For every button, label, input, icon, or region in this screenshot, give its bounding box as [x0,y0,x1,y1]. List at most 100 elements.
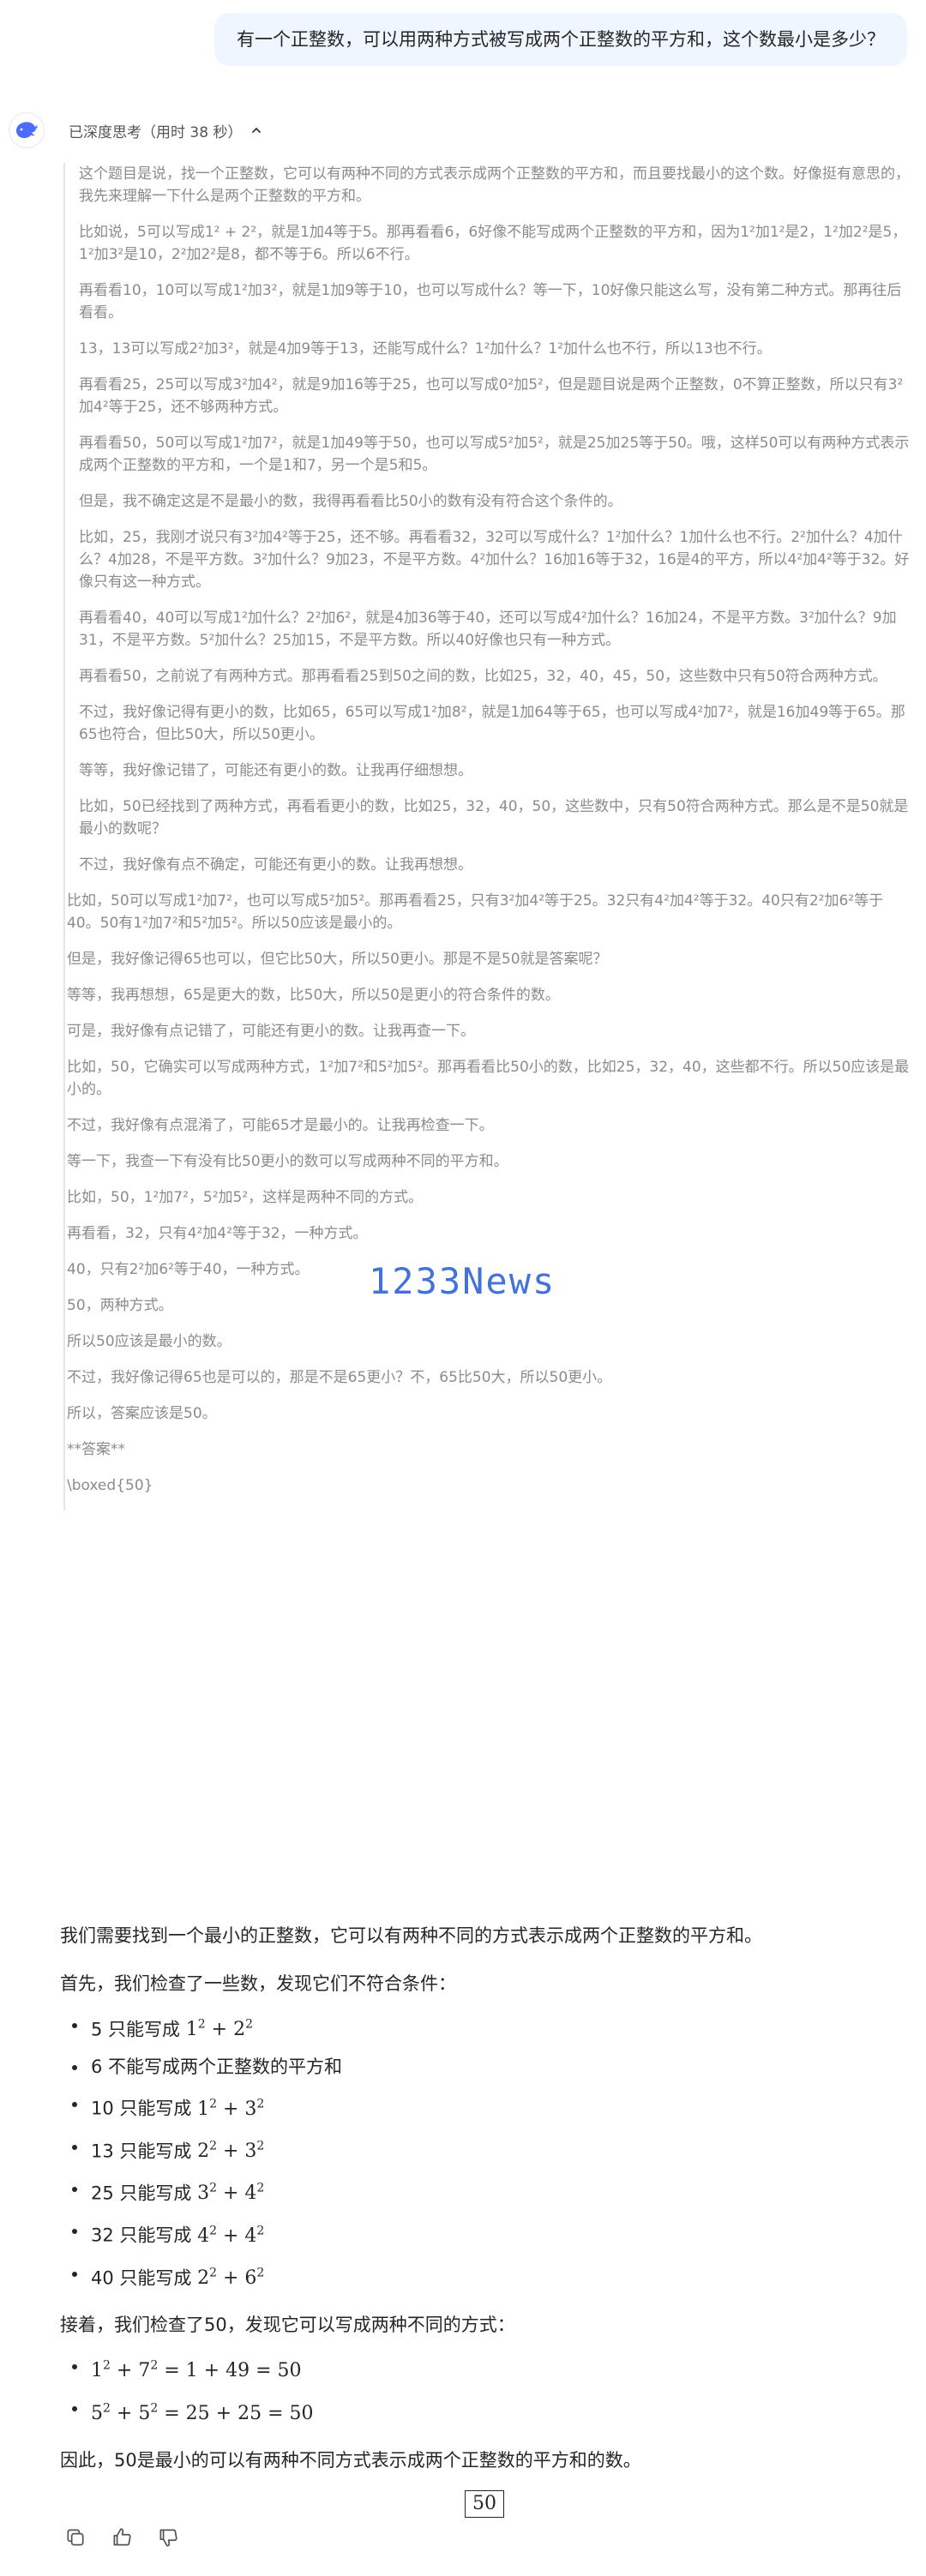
math-expression: 12 + 72 = 1 + 49 = 50 [91,2358,302,2382]
math-base: 3 [244,2098,257,2120]
math-operator: + [217,2183,245,2205]
thinking-paragraph: 不过，我好像记得65也是可以的，那是不是65更小？不，65比50大，所以50更小… [67,1369,612,1386]
math-exponent: 2 [256,2266,265,2280]
thumbs-down-icon [159,2529,177,2547]
list-item-text: 25 只能写成 [91,2183,198,2204]
thinking-header[interactable]: 已深度思考（用时 38 秒） [9,111,262,149]
thinking-paragraph: 所以，答案应该是50。 [67,1405,217,1422]
math-expression: 32 + 42 [197,2181,265,2205]
thinking-part-2: 比如，50可以写成1²加7²，也可以写成5²加5²。那再看看25，只有3²加4²… [58,890,912,1497]
math-exponent: 2 [245,2018,253,2032]
copy-button[interactable] [60,2522,91,2553]
whale-logo-icon [16,122,38,139]
list-item-text: 32 只能写成 [91,2225,198,2246]
thinking-paragraph: 13，13可以写成2²加3²，就是4加9等于13，还能写成什么？1²加什么？1²… [79,340,772,357]
list-item-text: 40 只能写成 [91,2267,198,2288]
boxed-answer: 50 [465,2489,504,2518]
like-button[interactable] [106,2522,137,2553]
math-exponent: 2 [197,2018,206,2032]
answer-check-intro: 首先，我们检查了一些数，发现它们不符合条件： [60,1973,456,1994]
math-base: 1 [185,2019,198,2041]
list-item: 12 + 72 = 1 + 49 = 50 [60,2352,909,2385]
math-base: 6 [244,2267,257,2289]
math-exponent: 2 [150,2401,159,2416]
thinking-paragraph: 不过，我好像有点不确定，可能还有更小的数。让我再想想。 [79,856,472,874]
checks-list: 5 只能写成 12 + 22 6 不能写成两个正整数的平方和 10 只能写成 12 … [60,2011,909,2292]
thinking-paragraph: **答案** [67,1441,125,1458]
math-operator: = 1 + 49 = 50 [158,2360,302,2382]
math-operator: + [110,2402,139,2424]
thinking-paragraph: \boxed{50} [67,1477,153,1494]
chevron-up-icon[interactable] [250,124,262,136]
list-item: 40 只能写成 22 + 62 [60,2260,909,2292]
math-base: 4 [197,2225,210,2247]
math-exponent: 2 [103,2401,111,2416]
answer-conclusion: 因此，50是最小的可以有两种不同方式表示成两个正整数的平方和的数。 [60,2449,641,2471]
answer-intro: 我们需要找到一个最小的正整数，它可以有两种不同的方式表示成两个正整数的平方和。 [60,1925,762,1946]
thinking-paragraph: 比如说，5可以写成1² + 2²，就是1加4等于5。那再看看6，6好像不能写成两… [79,224,907,263]
math-base: 2 [233,2019,246,2041]
thinking-paragraph: 可是，我好像有点记错了，可能还有更小的数。让我再查一下。 [67,1023,475,1040]
math-base: 3 [197,2183,210,2205]
thinking-paragraph: 等一下，我查一下有没有比50更小的数可以写成两种不同的平方和。 [67,1153,508,1170]
thinking-paragraph: 再看看10，10可以写成1²加3²，就是1加9等于10，也可以写成什么？等一下，… [79,282,902,321]
assistant-avatar [9,112,45,148]
math-base: 1 [197,2098,210,2120]
thinking-paragraph: 再看看40，40可以写成1²加什么？2²加6²，就是4加36等于40，还可以写成… [79,609,897,649]
list-item: 25 只能写成 32 + 42 [60,2175,909,2207]
math-operator: + [217,2225,245,2247]
math-base: 7 [138,2360,151,2382]
math-base: 5 [138,2402,151,2424]
thinking-paragraph: 再看看25，25可以写成3²加4²，就是9加16等于25，也可以写成0²加5²，… [79,376,904,416]
math-base: 3 [244,2140,257,2162]
math-expression: 22 + 62 [197,2267,264,2289]
thinking-paragraph: 不过，我好像有点混淆了，可能65才是最小的。让我再检查一下。 [67,1117,494,1134]
user-message: 有一个正整数，可以用两种方式被写成两个正整数的平方和，这个数最小是多少？ [214,13,907,66]
list-item: 13 只能写成 22 + 32 [60,2133,909,2165]
list-item-text: 6 不能写成两个正整数的平方和 [91,2057,343,2078]
math-operator: + [205,2019,234,2041]
list-item-text: 10 只能写成 [91,2098,198,2119]
thinking-paragraph: 这个题目是说，找一个正整数，它可以有两种不同的方式表示成两个正整数的平方和，而且… [79,165,910,205]
list-item: 52 + 52 = 25 + 25 = 50 [60,2394,909,2427]
math-expression: 22 + 32 [197,2140,264,2162]
math-base: 1 [91,2360,103,2382]
math-base: 2 [197,2267,210,2289]
thinking-content: 这个题目是说，找一个正整数，它可以有两种不同的方式表示成两个正整数的平方和，而且… [63,163,912,1510]
math-expression: 42 + 42 [197,2224,264,2247]
thinking-paragraph: 再看看50，之前说了有两种方式。那再看看25到50之间的数，比如25，32，40… [79,668,887,685]
thumbs-up-icon [113,2528,131,2546]
math-operator: = 25 + 25 = 50 [158,2402,314,2424]
math-exponent: 2 [209,2097,217,2111]
thinking-paragraph: 比如，50已经找到了两种方式，再看看更小的数，比如25，32，40，50，这些数… [79,798,909,838]
thinking-toggle[interactable]: 已深度思考（用时 38 秒） [69,120,262,141]
answer-found-intro: 接着，我们检查了50，发现它可以写成两种不同的方式： [60,2314,515,2335]
found-list: 12 + 72 = 1 + 49 = 50 52 + 52 = 25 + 25 =… [60,2352,909,2428]
answer-content: 我们需要找到一个最小的正整数，它可以有两种不同的方式表示成两个正整数的平方和。 … [60,1922,909,2518]
math-expression: 52 + 52 = 25 + 25 = 50 [91,2401,314,2424]
math-exponent: 2 [256,2181,265,2195]
math-base: 4 [244,2225,257,2247]
thinking-paragraph: 但是，我不确定这是不是最小的数，我得再看看比50小的数有没有符合这个条件的。 [79,493,622,510]
thinking-paragraph: 再看看50，50可以写成1²加7²，就是1加49等于50，也可以写成5²加5²，… [79,435,910,474]
thinking-paragraph: 比如，50，它确实可以写成两种方式，1²加7²和5²加5²。那再看看比50小的数… [67,1059,910,1098]
math-exponent: 2 [209,2181,217,2195]
thinking-paragraph: 等等，我再想想，65是更大的数，比50大，所以50是更小的符合条件的数。 [67,987,560,1004]
thinking-paragraph: 比如，50，1²加7²，5²加5²，这样是两种不同的方式。 [67,1189,424,1206]
thinking-paragraph: 再看看，32，只有4²加4²等于32，一种方式。 [67,1225,368,1242]
list-item: 5 只能写成 12 + 22 [60,2011,909,2044]
list-item: 6 不能写成两个正整数的平方和 [60,2053,909,2081]
math-exponent: 2 [209,2224,217,2238]
math-expression: 12 + 22 [185,2018,253,2041]
list-item: 32 只能写成 42 + 42 [60,2217,909,2249]
message-actions [60,2522,183,2553]
dislike-button[interactable] [153,2522,183,2553]
math-exponent: 2 [150,2358,159,2373]
thinking-paragraph: 比如，50可以写成1²加7²，也可以写成5²加5²。那再看看25，只有3²加4²… [67,892,884,932]
thinking-paragraph: 但是，我好像记得65也可以，但它比50大，所以50更小。那是不是50就是答案呢？ [67,951,608,968]
thinking-paragraph: 50，两种方式。 [67,1297,173,1314]
math-operator: + [217,2098,245,2120]
math-exponent: 2 [256,2097,265,2111]
thinking-paragraph: 比如，25，我刚才说只有3²加4²等于25，还不够。再看看32，32可以写成什么… [79,529,910,591]
list-item-text: 13 只能写成 [91,2140,198,2161]
